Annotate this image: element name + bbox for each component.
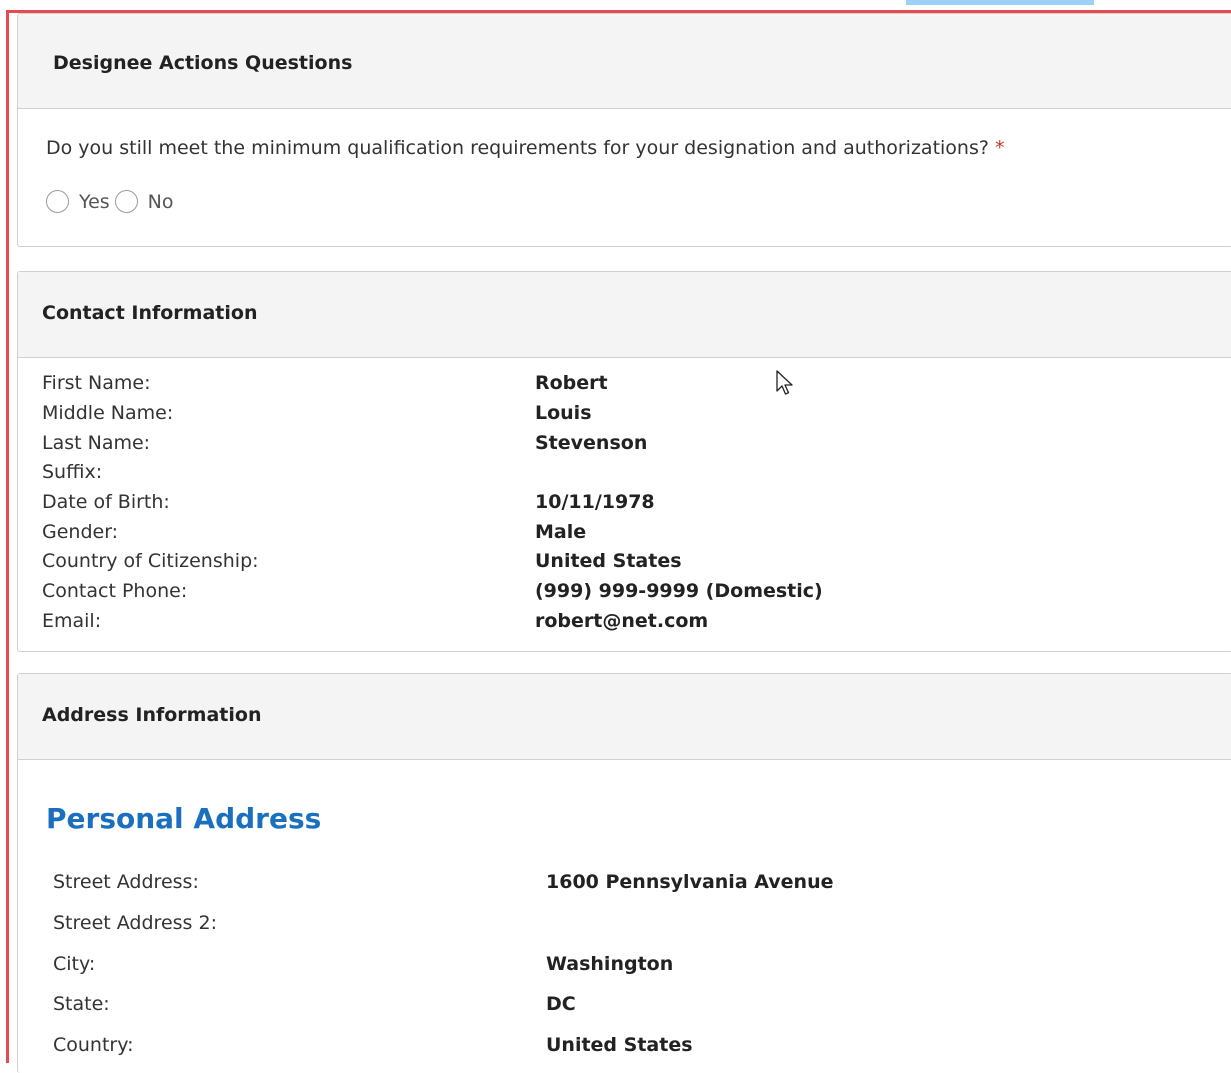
field-value: robert@net.com xyxy=(535,610,709,632)
field-label: Country: xyxy=(53,1034,134,1056)
designee-actions-panel: Designee Actions Questions Do you still … xyxy=(17,13,1231,247)
field-value: United States xyxy=(535,550,682,572)
yes-radio-label[interactable]: Yes xyxy=(79,191,110,213)
qualification-question: Do you still meet the minimum qualificat… xyxy=(46,137,1005,159)
field-value: 10/11/1978 xyxy=(535,491,655,513)
field-value: Stevenson xyxy=(535,432,648,454)
field-label: Suffix: xyxy=(42,461,103,483)
field-value: Robert xyxy=(535,372,608,394)
highlight-frame: Designee Actions Questions Do you still … xyxy=(6,10,1231,1073)
no-radio[interactable] xyxy=(114,190,138,213)
field-value: 1600 Pennsylvania Avenue xyxy=(546,871,834,893)
field-label: Date of Birth: xyxy=(42,491,170,513)
no-radio-label[interactable]: No xyxy=(148,191,174,213)
contact-information-heading: Contact Information xyxy=(18,272,1231,358)
field-label: Gender: xyxy=(42,521,119,543)
field-label: State: xyxy=(53,993,110,1015)
mouse-cursor-icon xyxy=(776,370,793,395)
field-label: Street Address: xyxy=(53,871,199,893)
yes-radio[interactable] xyxy=(46,190,69,213)
address-information-panel: Address Information Personal Address Str… xyxy=(17,673,1231,1073)
field-value: United States xyxy=(546,1034,693,1056)
field-label: Contact Phone: xyxy=(42,580,188,602)
personal-address-title: Personal Address xyxy=(46,802,322,835)
field-label: Country of Citizenship: xyxy=(42,550,259,572)
field-value: (999) 999-9999 (Domestic) xyxy=(535,580,823,602)
field-label: First Name: xyxy=(42,372,151,394)
field-label: City: xyxy=(53,953,96,975)
question-text: Do you still meet the minimum qualificat… xyxy=(46,137,989,159)
field-value: Male xyxy=(535,521,587,543)
required-asterisk: * xyxy=(995,137,1005,159)
field-label: Email: xyxy=(42,610,102,632)
field-label: Middle Name: xyxy=(42,402,174,424)
contact-information-panel: Contact Information First Name: Robert M… xyxy=(17,271,1231,652)
yes-no-radio-group: Yes No xyxy=(46,190,179,213)
top-accent-bar xyxy=(906,0,1094,5)
field-value: DC xyxy=(546,993,576,1015)
field-value: Washington xyxy=(546,953,674,975)
field-value: Louis xyxy=(535,402,592,424)
address-information-heading: Address Information xyxy=(18,674,1231,760)
designee-actions-heading: Designee Actions Questions xyxy=(18,14,1231,109)
field-label: Last Name: xyxy=(42,432,151,454)
field-label: Street Address 2: xyxy=(53,912,217,934)
